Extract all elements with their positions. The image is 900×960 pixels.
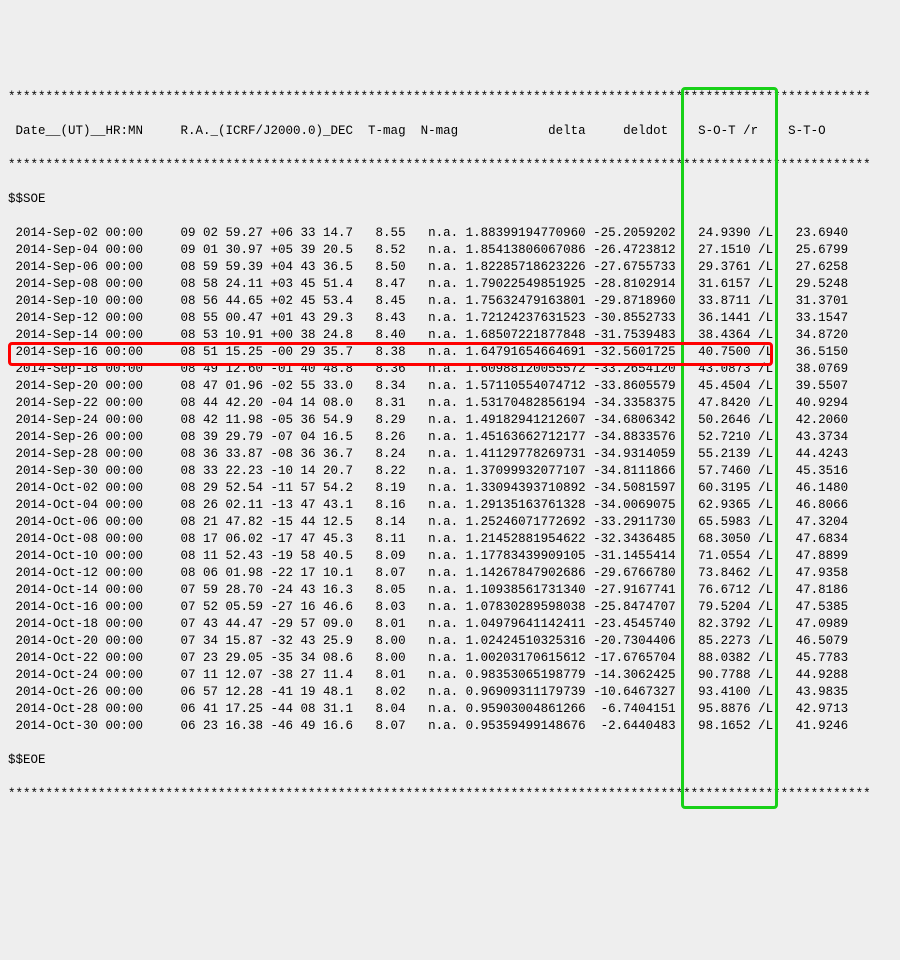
- table-row: 2014-Sep-06 00:00 08 59 59.39 +04 43 36.…: [8, 259, 892, 276]
- table-row: 2014-Sep-10 00:00 08 56 44.65 +02 45 53.…: [8, 293, 892, 310]
- soe-marker: $$SOE: [8, 191, 892, 208]
- table-row: 2014-Sep-24 00:00 08 42 11.98 -05 36 54.…: [8, 412, 892, 429]
- table-row: 2014-Sep-02 00:00 09 02 59.27 +06 33 14.…: [8, 225, 892, 242]
- table-row: 2014-Oct-26 00:00 06 57 12.28 -41 19 48.…: [8, 684, 892, 701]
- table-row: 2014-Oct-04 00:00 08 26 02.11 -13 47 43.…: [8, 497, 892, 514]
- table-row: 2014-Oct-02 00:00 08 29 52.54 -11 57 54.…: [8, 480, 892, 497]
- table-row: 2014-Sep-22 00:00 08 44 42.20 -04 14 08.…: [8, 395, 892, 412]
- table-row: 2014-Sep-28 00:00 08 36 33.87 -08 36 36.…: [8, 446, 892, 463]
- stars-header: ****************************************…: [8, 157, 892, 174]
- table-row: 2014-Oct-18 00:00 07 43 44.47 -29 57 09.…: [8, 616, 892, 633]
- table-row: 2014-Oct-14 00:00 07 59 28.70 -24 43 16.…: [8, 582, 892, 599]
- table-row: 2014-Sep-20 00:00 08 47 01.96 -02 55 33.…: [8, 378, 892, 395]
- table-row: 2014-Oct-22 00:00 07 23 29.05 -35 34 08.…: [8, 650, 892, 667]
- eoe-marker: $$EOE: [8, 752, 892, 769]
- table-row: 2014-Sep-26 00:00 08 39 29.79 -07 04 16.…: [8, 429, 892, 446]
- stars-top: ****************************************…: [8, 89, 892, 106]
- table-row: 2014-Oct-16 00:00 07 52 05.59 -27 16 46.…: [8, 599, 892, 616]
- table-row: 2014-Sep-04 00:00 09 01 30.97 +05 39 20.…: [8, 242, 892, 259]
- stars-bottom: ****************************************…: [8, 786, 892, 803]
- table-row: 2014-Oct-06 00:00 08 21 47.82 -15 44 12.…: [8, 514, 892, 531]
- table-row: 2014-Sep-08 00:00 08 58 24.11 +03 45 51.…: [8, 276, 892, 293]
- data-rows: 2014-Sep-02 00:00 09 02 59.27 +06 33 14.…: [8, 225, 892, 735]
- table-row: 2014-Oct-10 00:00 08 11 52.43 -19 58 40.…: [8, 548, 892, 565]
- ephemeris-table: ****************************************…: [0, 68, 900, 875]
- table-row: 2014-Sep-12 00:00 08 55 00.47 +01 43 29.…: [8, 310, 892, 327]
- table-row: 2014-Oct-30 00:00 06 23 16.38 -46 49 16.…: [8, 718, 892, 735]
- table-row: 2014-Sep-18 00:00 08 49 12.60 -01 40 48.…: [8, 361, 892, 378]
- table-row: 2014-Sep-14 00:00 08 53 10.91 +00 38 24.…: [8, 327, 892, 344]
- table-row: 2014-Sep-30 00:00 08 33 22.23 -10 14 20.…: [8, 463, 892, 480]
- table-row: 2014-Oct-12 00:00 08 06 01.98 -22 17 10.…: [8, 565, 892, 582]
- table-row: 2014-Oct-20 00:00 07 34 15.87 -32 43 25.…: [8, 633, 892, 650]
- table-row: 2014-Sep-16 00:00 08 51 15.25 -00 29 35.…: [8, 344, 892, 361]
- table-row: 2014-Oct-28 00:00 06 41 17.25 -44 08 31.…: [8, 701, 892, 718]
- table-row: 2014-Oct-08 00:00 08 17 06.02 -17 47 45.…: [8, 531, 892, 548]
- column-header: Date__(UT)__HR:MN R.A._(ICRF/J2000.0)_DE…: [8, 123, 892, 140]
- table-row: 2014-Oct-24 00:00 07 11 12.07 -38 27 11.…: [8, 667, 892, 684]
